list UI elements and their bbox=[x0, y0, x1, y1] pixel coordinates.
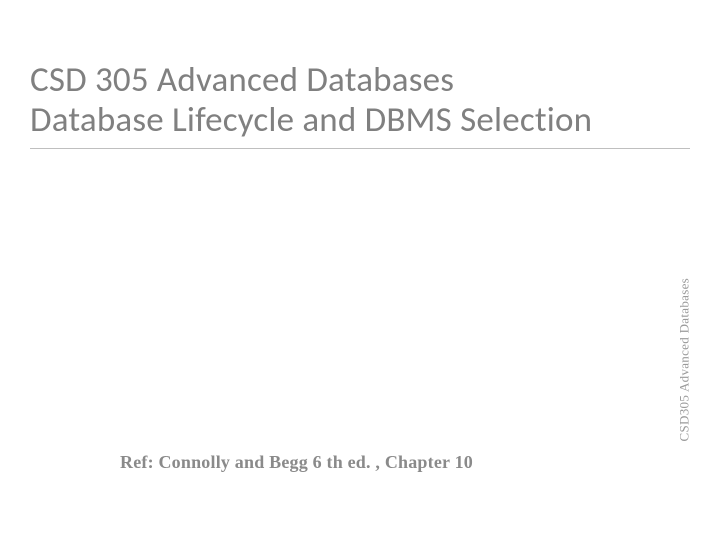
slide: CSD 305 Advanced Databases Database Life… bbox=[0, 0, 720, 540]
title-line-1: CSD 305 Advanced Databases bbox=[30, 60, 680, 100]
title-block: CSD 305 Advanced Databases Database Life… bbox=[30, 60, 680, 141]
side-course-label: CSD305 Advanced Databases bbox=[676, 278, 692, 441]
title-underline bbox=[30, 148, 690, 149]
title-line-2: Database Lifecycle and DBMS Selection bbox=[30, 100, 680, 140]
reference-text: Ref: Connolly and Begg 6 th ed. , Chapte… bbox=[120, 452, 473, 473]
